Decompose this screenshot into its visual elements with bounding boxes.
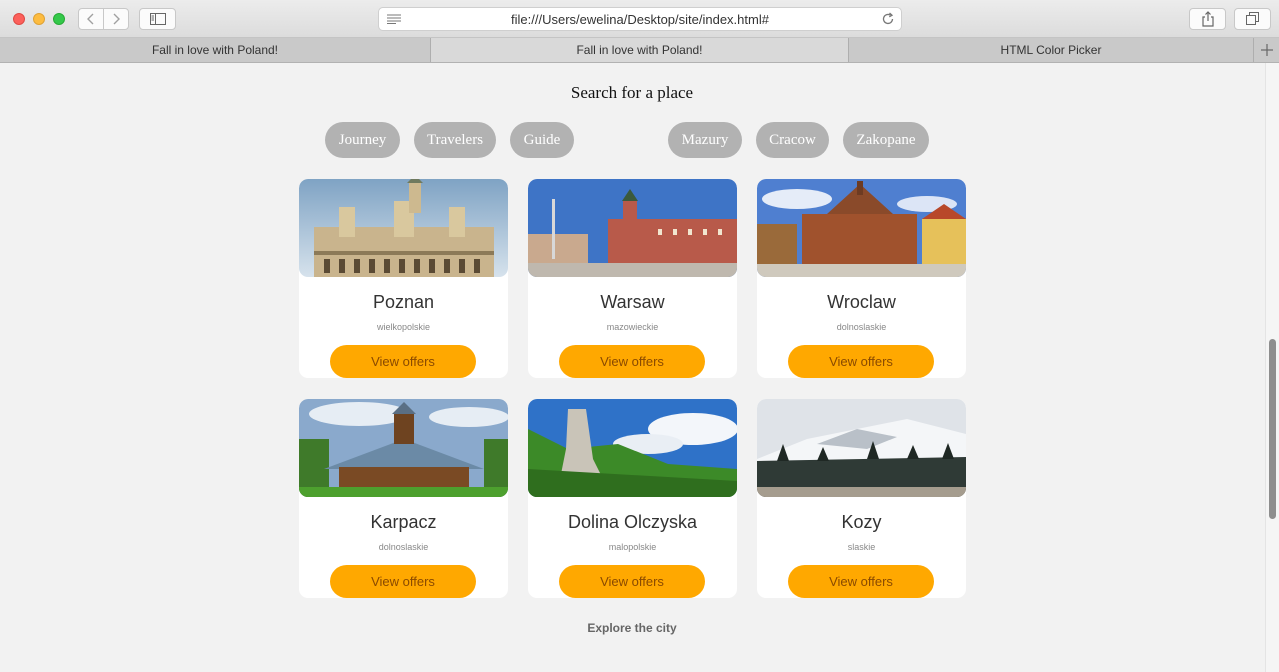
tab-html-color-picker[interactable]: HTML Color Picker bbox=[849, 38, 1254, 62]
share-button[interactable] bbox=[1189, 8, 1226, 30]
close-window-button[interactable] bbox=[13, 13, 25, 25]
chevron-left-icon bbox=[87, 13, 94, 25]
minimize-window-button[interactable] bbox=[33, 13, 45, 25]
place-card: Warsaw mazowieckie View offers bbox=[528, 179, 737, 378]
place-region: mazowieckie bbox=[606, 322, 659, 332]
filter-mazury[interactable]: Mazury bbox=[668, 122, 742, 158]
place-photo bbox=[528, 179, 737, 277]
view-offers-button[interactable]: View offers bbox=[788, 345, 934, 378]
view-offers-button[interactable]: View offers bbox=[559, 565, 705, 598]
view-offers-button[interactable]: View offers bbox=[330, 565, 476, 598]
share-icon bbox=[1201, 11, 1214, 27]
place-card: Karpacz dolnoslaskie View offers bbox=[299, 399, 508, 598]
place-name: Wroclaw bbox=[827, 292, 896, 312]
filter-travelers[interactable]: Travelers bbox=[414, 122, 496, 158]
place-name: Poznan bbox=[372, 292, 435, 312]
page-scrollbar[interactable] bbox=[1265, 63, 1279, 672]
place-region: malopolskie bbox=[608, 542, 657, 552]
place-card: Dolina Olczyska malopolskie View offers bbox=[528, 399, 737, 598]
place-photo bbox=[757, 399, 966, 497]
filter-journey[interactable]: Journey bbox=[325, 122, 400, 158]
sidebar-icon bbox=[149, 13, 166, 25]
place-region: dolnoslaskie bbox=[378, 542, 429, 552]
show-tabs-button[interactable] bbox=[1234, 8, 1271, 30]
address-url[interactable]: file:///Users/ewelina/Desktop/site/index… bbox=[379, 12, 901, 27]
place-photo bbox=[299, 399, 508, 497]
place-name: Kozy bbox=[841, 512, 882, 532]
back-button[interactable] bbox=[78, 8, 104, 30]
browser-toolbar: file:///Users/ewelina/Desktop/site/index… bbox=[0, 0, 1279, 38]
filter-cracow[interactable]: Cracow bbox=[756, 122, 829, 158]
view-offers-button[interactable]: View offers bbox=[559, 345, 705, 378]
place-region: wielkopolskie bbox=[376, 322, 431, 332]
filter-guide[interactable]: Guide bbox=[510, 122, 574, 158]
chevron-right-icon bbox=[113, 13, 120, 25]
place-name: Karpacz bbox=[370, 512, 437, 532]
place-name: Warsaw bbox=[600, 292, 665, 312]
place-name: Dolina Olczyska bbox=[567, 512, 698, 532]
sidebar-toggle-button[interactable] bbox=[139, 8, 176, 30]
search-title: Search for a place bbox=[570, 83, 694, 102]
plus-icon bbox=[1260, 44, 1273, 56]
address-bar[interactable]: file:///Users/ewelina/Desktop/site/index… bbox=[378, 7, 902, 31]
place-card: Kozy slaskie View offers bbox=[757, 399, 966, 598]
view-offers-button[interactable]: View offers bbox=[788, 565, 934, 598]
place-card: Poznan wielkopolskie View offers bbox=[299, 179, 508, 378]
new-tab-button[interactable] bbox=[1254, 38, 1279, 62]
zoom-window-button[interactable] bbox=[53, 13, 65, 25]
filter-zakopane[interactable]: Zakopane bbox=[843, 122, 929, 158]
clipped-heading: · · · bbox=[560, 63, 601, 76]
place-photo bbox=[299, 179, 508, 277]
page-content: · · · Search for a place Journey Travele… bbox=[0, 63, 1279, 672]
scrollbar-thumb[interactable] bbox=[1269, 339, 1276, 519]
tabs-overview-icon bbox=[1245, 12, 1259, 25]
place-region: slaskie bbox=[847, 542, 876, 552]
tab-fall-in-love-1[interactable]: Fall in love with Poland! bbox=[0, 38, 431, 62]
tab-fall-in-love-2[interactable]: Fall in love with Poland! bbox=[431, 38, 849, 62]
tab-bar: Fall in love with Poland! Fall in love w… bbox=[0, 38, 1279, 63]
view-offers-button[interactable]: View offers bbox=[330, 345, 476, 378]
place-region: dolnoslaskie bbox=[836, 322, 887, 332]
forward-button[interactable] bbox=[103, 8, 129, 30]
place-photo bbox=[528, 399, 737, 497]
explore-the-city-link[interactable]: Explore the city bbox=[0, 621, 1264, 635]
place-card: Wroclaw dolnoslaskie View offers bbox=[757, 179, 966, 378]
place-photo bbox=[757, 179, 966, 277]
reload-icon[interactable] bbox=[881, 12, 895, 26]
